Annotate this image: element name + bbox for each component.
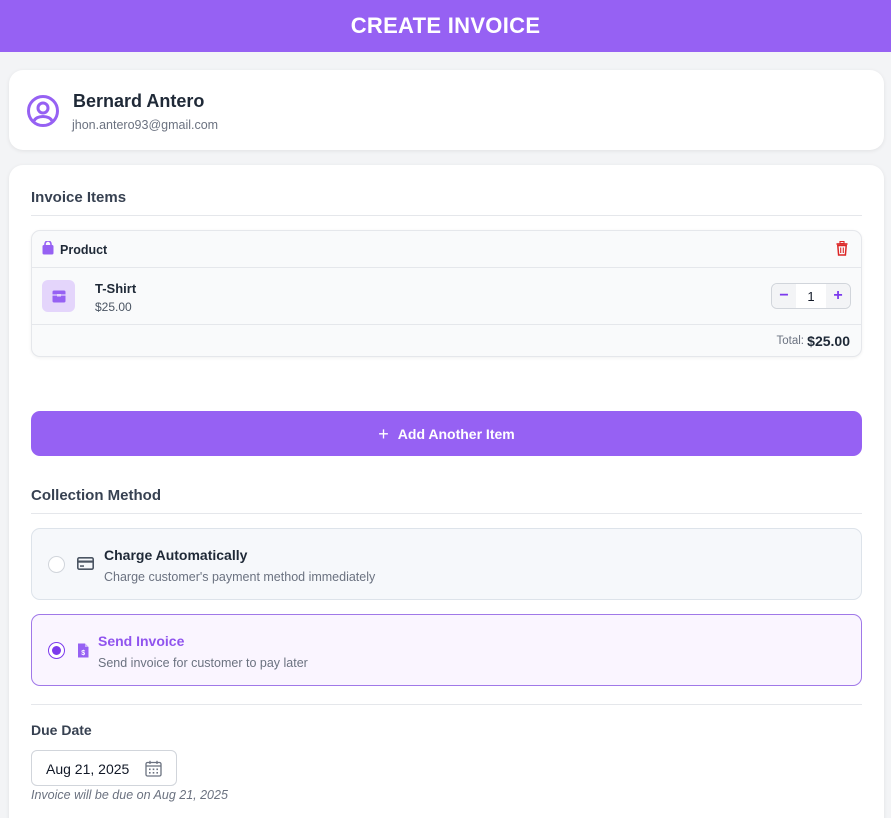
item-row: T-Shirt $25.00 − + <box>32 268 861 325</box>
customer-email: jhon.antero93@gmail.com <box>72 118 219 132</box>
invoice-item: Product T-Shirt $25.00 − 1 + Total: $25.… <box>31 230 862 357</box>
page-title: CREATE INVOICE <box>350 13 541 38</box>
charge-automatically-description: Charge customer's payment method immedia… <box>104 570 376 584</box>
box-icon <box>52 290 65 302</box>
product-name: T-Shirt <box>95 281 137 296</box>
plus-icon: + <box>378 423 389 444</box>
add-item-label: Add Another Item <box>397 425 515 442</box>
add-item-button[interactable]: + Add Another Item <box>31 411 862 456</box>
due-date-label: Due Date <box>31 722 92 738</box>
customer-name: Bernard Antero <box>73 91 205 111</box>
item-type-label: Product <box>60 243 108 257</box>
quantity-stepper: − + <box>771 283 851 309</box>
calendar-icon[interactable] <box>145 760 162 777</box>
invoice-doc-icon: $ <box>78 643 89 658</box>
send-invoice-option[interactable]: $ Send Invoice Send invoice for customer… <box>31 614 862 686</box>
decrease-quantity-button[interactable]: − <box>772 284 796 308</box>
quantity-input[interactable] <box>796 284 826 308</box>
due-date-input[interactable]: Aug 21, 2025 <box>31 750 177 786</box>
send-invoice-title: Send Invoice <box>98 633 185 649</box>
divider <box>31 215 862 216</box>
due-date-note: Invoice will be due on Aug 21, 2025 <box>31 788 228 802</box>
charge-automatically-option[interactable]: Charge Automatically Charge customer's p… <box>31 528 862 600</box>
divider <box>31 704 862 705</box>
credit-card-icon <box>77 557 94 570</box>
divider <box>31 513 862 514</box>
invoice-items-heading: Invoice Items <box>31 189 127 206</box>
total-label: Total: <box>776 335 805 347</box>
due-date-value: Aug 21, 2025 <box>46 761 130 777</box>
item-header: Product <box>32 231 861 268</box>
charge-automatically-title: Charge Automatically <box>104 547 248 563</box>
total-value: $25.00 <box>807 333 850 349</box>
shopping-bag-icon <box>42 241 54 255</box>
customer-card: Bernard Antero jhon.antero93@gmail.com <box>9 70 884 150</box>
product-thumbnail <box>42 280 75 312</box>
increase-quantity-button[interactable]: + <box>826 284 850 308</box>
item-total-row: Total: $25.00 <box>32 325 861 356</box>
user-circle-icon <box>27 95 59 127</box>
send-invoice-radio[interactable] <box>48 642 65 659</box>
page-header: CREATE INVOICE <box>0 0 891 52</box>
invoice-form: Invoice Items Product T-Shirt $25.00 − 1… <box>9 165 884 818</box>
collection-method-heading: Collection Method <box>31 487 161 504</box>
charge-automatically-radio[interactable] <box>48 556 65 573</box>
svg-text:$: $ <box>81 650 85 657</box>
send-invoice-description: Send invoice for customer to pay later <box>98 656 308 670</box>
trash-icon[interactable] <box>836 241 848 256</box>
product-price: $25.00 <box>95 300 132 314</box>
